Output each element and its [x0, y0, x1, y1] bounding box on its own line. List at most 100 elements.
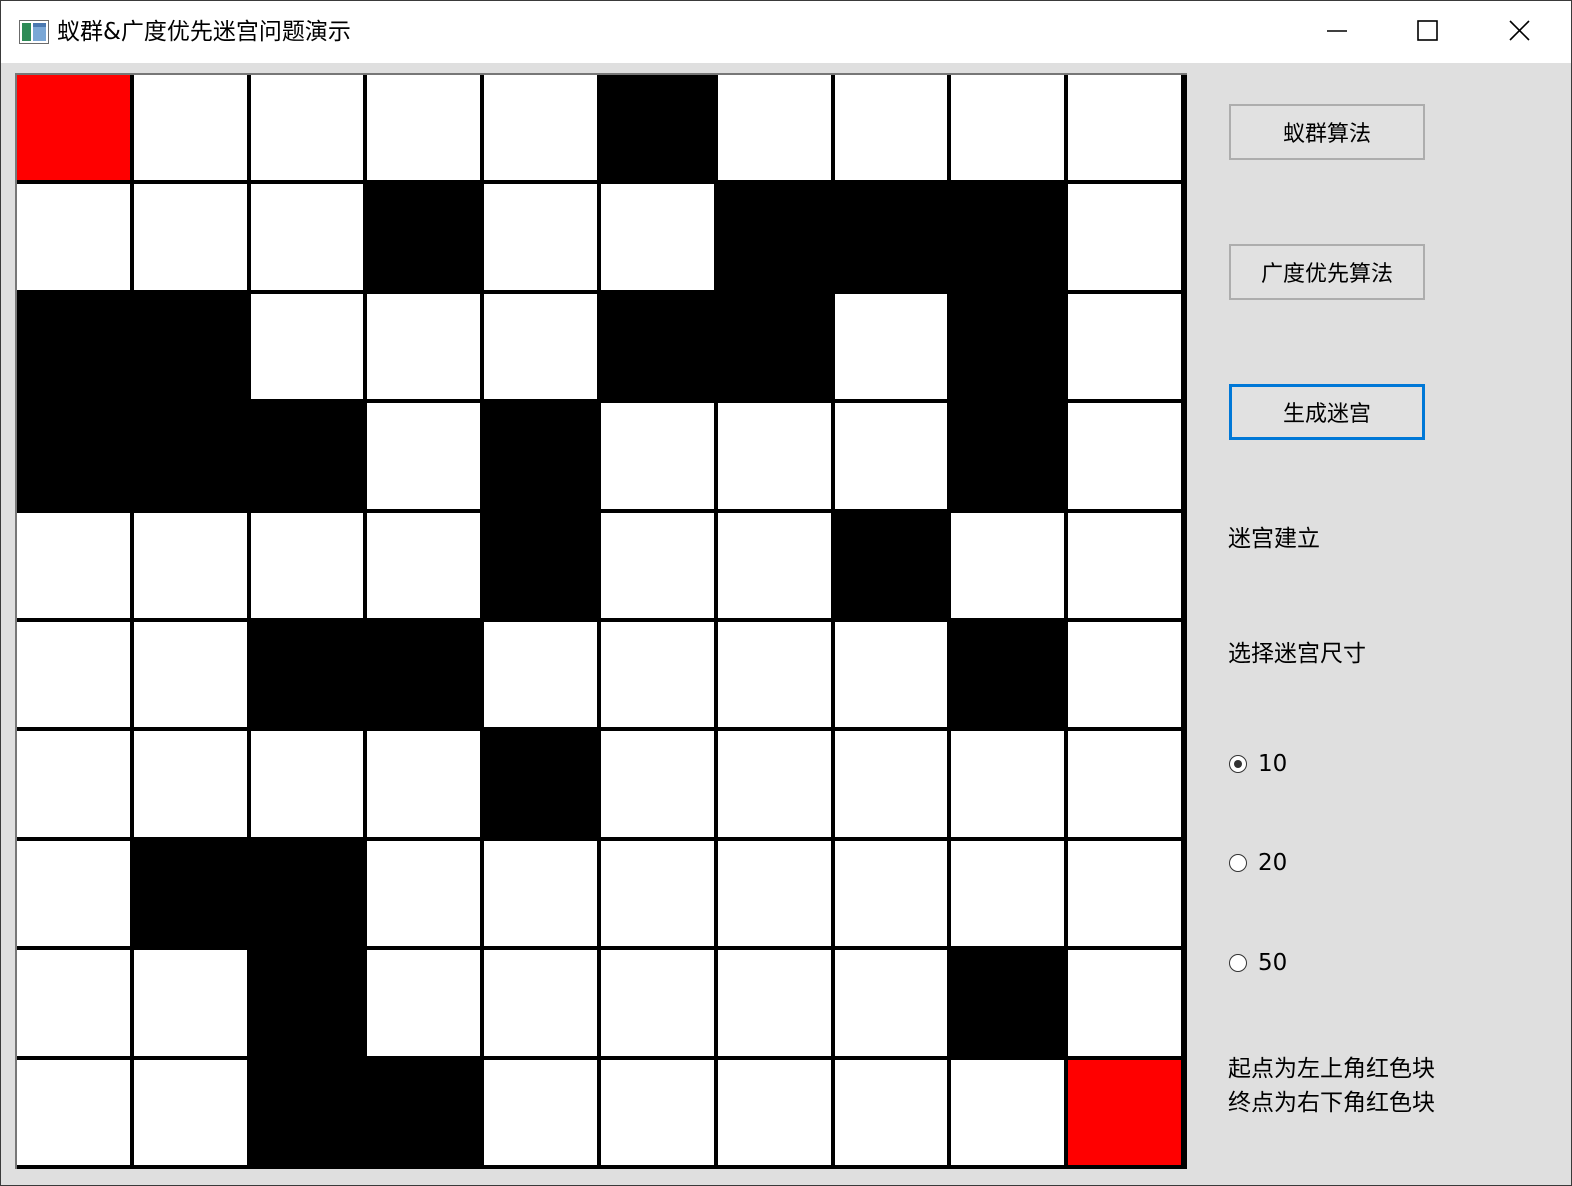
maze-cell-open	[484, 622, 597, 728]
maze-cell-open	[367, 731, 481, 837]
end-note: 终点为右下角红色块	[1228, 1090, 1435, 1116]
maze-cell-open	[133, 512, 247, 618]
maze-cell-open	[367, 950, 481, 1056]
ant-colony-button[interactable]: 蚁群算法	[1229, 104, 1425, 160]
maze-cell-wall	[601, 293, 714, 400]
maze-cell-wall	[951, 622, 1065, 728]
maze-cell-open	[1068, 184, 1181, 290]
maze-cell-wall	[250, 622, 364, 728]
maze-cell-open	[133, 75, 247, 181]
maze-cell-open	[367, 403, 481, 509]
maze-cell-wall	[367, 622, 481, 728]
minimize-button[interactable]	[1291, 1, 1383, 63]
maze-cell-open	[601, 512, 714, 618]
maze-cell-open	[717, 731, 831, 837]
radio-checked-icon[interactable]	[1229, 755, 1247, 773]
maximize-icon	[1417, 20, 1438, 41]
maze-cell-open	[601, 403, 714, 509]
maze-cell-open	[717, 403, 831, 509]
maze-cell-open	[717, 75, 831, 181]
maze-cell-open	[1068, 512, 1181, 618]
maze-cell-open	[1068, 403, 1181, 509]
maze-cell-open	[834, 1059, 948, 1165]
minimize-icon	[1327, 30, 1347, 32]
maze-cell-open	[601, 1059, 714, 1165]
size-label: 选择迷宫尺寸	[1228, 641, 1366, 667]
maze-cell-wall	[133, 403, 247, 509]
radio-unchecked-icon[interactable]	[1229, 954, 1247, 972]
size-radio-label: 20	[1258, 850, 1288, 876]
title-bar[interactable]: 蚁群&广度优先迷宫问题演示	[1, 1, 1571, 63]
size-radio-50[interactable]: 50	[1229, 946, 1287, 980]
maze-cell-open	[1068, 622, 1181, 728]
maze-cell-open	[484, 840, 597, 947]
maze-cell-open	[484, 1059, 597, 1165]
maze-cell-wall	[951, 293, 1065, 400]
maze-cell-open	[951, 840, 1065, 947]
maze-cell-open	[834, 293, 948, 400]
maze-cell-open	[834, 950, 948, 1056]
maze-cell-open	[133, 184, 247, 290]
maze-cell-open	[133, 1059, 247, 1165]
maze-cell-open	[601, 184, 714, 290]
maze-cell-open	[717, 1059, 831, 1165]
maze-cell-open	[250, 731, 364, 837]
maze-cell-open	[1068, 75, 1181, 181]
maze-cell-open	[17, 622, 130, 728]
maze-cell-open	[367, 512, 481, 618]
maze-cell-wall	[834, 184, 948, 290]
size-radio-label: 10	[1258, 751, 1288, 777]
maze-cell-wall	[834, 512, 948, 618]
maze-cell-wall	[367, 1059, 481, 1165]
maze-cell-open	[834, 75, 948, 181]
maze-cell-open	[484, 950, 597, 1056]
maze-cell-wall	[250, 403, 364, 509]
maze-cell-open	[717, 622, 831, 728]
maze-cell-open	[717, 950, 831, 1056]
window-title: 蚁群&广度优先迷宫问题演示	[57, 19, 351, 45]
maze-cell-open	[17, 1059, 130, 1165]
maze-cell-open	[250, 512, 364, 618]
radio-unchecked-icon[interactable]	[1229, 854, 1247, 872]
size-radio-label: 50	[1258, 950, 1288, 976]
maze-cell-open	[1068, 840, 1181, 947]
maze-cell-wall	[250, 950, 364, 1056]
maze-cell-open	[484, 75, 597, 181]
maze-start-cell	[17, 75, 130, 181]
close-button[interactable]	[1473, 1, 1565, 63]
maze-cell-open	[367, 840, 481, 947]
maze-cell-wall	[250, 840, 364, 947]
maze-cell-open	[601, 731, 714, 837]
close-icon	[1509, 20, 1530, 41]
maze-cell-open	[951, 512, 1065, 618]
app-window: 蚁群&广度优先迷宫问题演示 蚁群算法 广度优先算法 生成迷宫 迷宫建立 选择迷宫…	[0, 0, 1572, 1186]
maximize-button[interactable]	[1382, 1, 1474, 63]
maze-cell-wall	[17, 403, 130, 509]
maze-cell-open	[17, 184, 130, 290]
maze-cell-open	[17, 950, 130, 1056]
maze-cell-open	[133, 731, 247, 837]
maze-cell-wall	[484, 512, 597, 618]
maze-cell-open	[484, 293, 597, 400]
maze-cell-open	[1068, 950, 1181, 1056]
maze-cell-open	[17, 512, 130, 618]
maze-cell-open	[133, 950, 247, 1056]
maze-cell-wall	[484, 731, 597, 837]
maze-cell-open	[834, 840, 948, 947]
maze-grid	[15, 73, 1187, 1169]
maze-cell-open	[834, 731, 948, 837]
maze-cell-wall	[951, 950, 1065, 1056]
maze-cell-wall	[951, 184, 1065, 290]
maze-cell-open	[250, 75, 364, 181]
maze-cell-wall	[601, 75, 714, 181]
size-radio-20[interactable]: 20	[1229, 846, 1287, 880]
maze-cell-open	[250, 184, 364, 290]
maze-end-cell	[1068, 1059, 1181, 1165]
maze-cell-wall	[133, 293, 247, 400]
size-radio-10[interactable]: 10	[1229, 747, 1287, 781]
generate-maze-button[interactable]: 生成迷宫	[1229, 384, 1425, 440]
maze-cell-open	[834, 622, 948, 728]
maze-cell-open	[250, 293, 364, 400]
bfs-button[interactable]: 广度优先算法	[1229, 244, 1425, 300]
maze-cell-wall	[717, 184, 831, 290]
